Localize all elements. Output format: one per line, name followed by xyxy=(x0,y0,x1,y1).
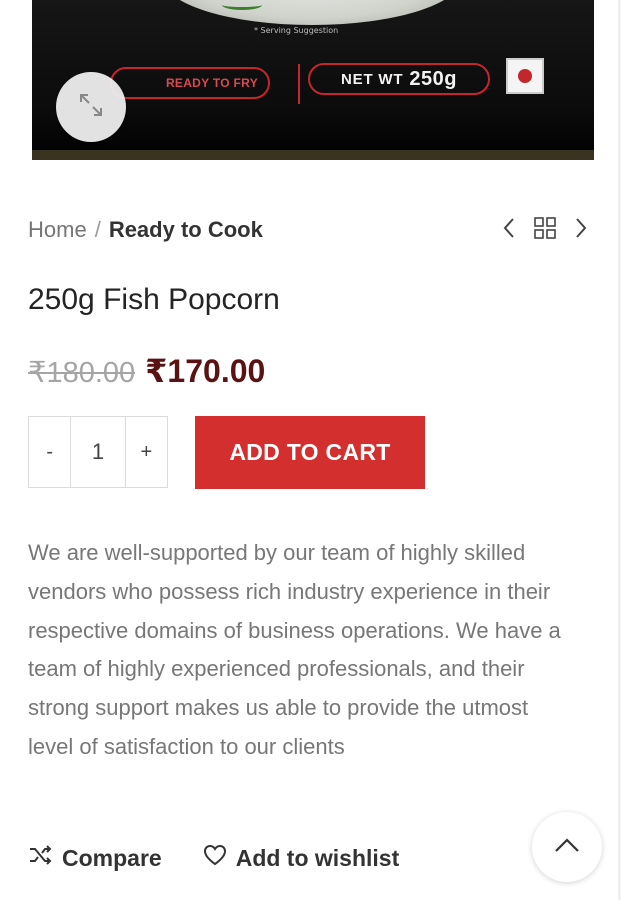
quantity-input[interactable]: 1 xyxy=(70,417,126,487)
net-weight-value: 250g xyxy=(409,67,457,90)
quantity-stepper: - 1 + xyxy=(28,416,168,488)
breadcrumb: Home / Ready to Cook xyxy=(28,217,263,243)
chevron-up-icon xyxy=(554,837,580,858)
veg-mark-icon xyxy=(506,58,544,94)
product-title: 250g Fish Popcorn xyxy=(28,283,280,316)
net-weight-label: NET WT xyxy=(341,70,404,88)
sale-price: ₹170.00 xyxy=(145,353,266,389)
badge-divider xyxy=(298,64,300,104)
scroll-to-top-button[interactable] xyxy=(532,812,602,882)
chevron-left-icon xyxy=(502,217,516,244)
ready-to-fry-badge: READY TO FRY xyxy=(110,67,270,99)
add-to-cart-button[interactable]: ADD TO CART xyxy=(195,416,425,489)
expand-icon xyxy=(77,91,105,124)
product-image[interactable]: * Serving Suggestion READY TO FRY NET WT… xyxy=(32,0,594,160)
net-weight-badge: NET WT 250g xyxy=(308,63,490,95)
regular-price: ₹180.00 xyxy=(28,357,136,389)
breadcrumb-home-link[interactable]: Home xyxy=(28,217,87,243)
next-product-button[interactable] xyxy=(570,216,592,244)
add-to-wishlist-button[interactable]: Add to wishlist xyxy=(202,843,400,873)
breadcrumb-separator: / xyxy=(94,217,101,242)
ready-badge-text: READY TO FRY xyxy=(165,76,258,90)
prev-product-button[interactable] xyxy=(498,216,520,244)
grid-icon xyxy=(533,216,557,245)
quantity-decrease-button[interactable]: - xyxy=(29,417,71,487)
back-to-products-button[interactable] xyxy=(534,216,556,244)
image-bottom-strip xyxy=(32,150,594,160)
product-navigation xyxy=(498,216,592,244)
breadcrumb-category-link[interactable]: Ready to Cook xyxy=(109,217,263,243)
heart-icon xyxy=(202,843,228,873)
wishlist-label: Add to wishlist xyxy=(235,844,400,871)
zoom-button[interactable] xyxy=(56,72,126,142)
compare-button[interactable]: Compare xyxy=(28,844,162,872)
serving-plate xyxy=(162,0,462,25)
price-row: ₹180.00 ₹170.00 xyxy=(28,352,265,390)
serving-note: * Serving Suggestion xyxy=(254,26,339,35)
product-description: We are well-supported by our team of hig… xyxy=(28,540,561,759)
quantity-increase-button[interactable]: + xyxy=(125,417,167,487)
product-actions: Compare Add to wishlist xyxy=(28,843,399,873)
shuffle-icon xyxy=(28,844,54,872)
chevron-right-icon xyxy=(574,217,588,244)
compare-label: Compare xyxy=(62,844,162,871)
garnish-graphic xyxy=(222,0,262,10)
